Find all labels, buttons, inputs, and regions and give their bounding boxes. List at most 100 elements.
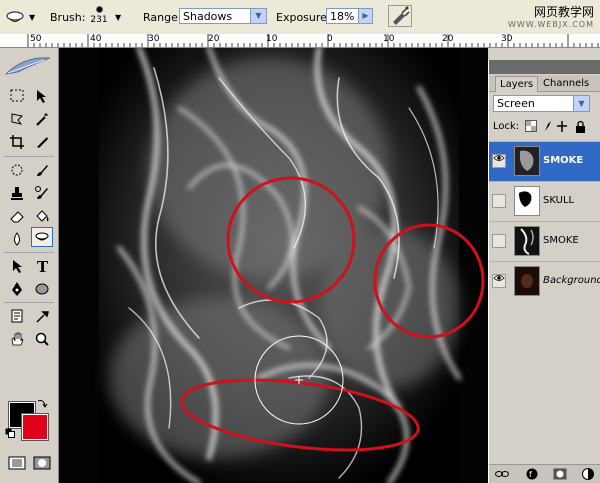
svg-text:f: f xyxy=(529,470,532,479)
layer-thumbnail xyxy=(514,266,540,296)
toolbox: T xyxy=(0,48,59,483)
toolbox-divider xyxy=(4,302,54,303)
path-selection-icon[interactable] xyxy=(6,256,28,276)
slice-icon[interactable] xyxy=(31,132,53,152)
lock-all-icon xyxy=(576,120,585,133)
blur-icon[interactable] xyxy=(6,229,28,249)
quick-mask-icon[interactable] xyxy=(31,453,53,473)
lock-pixels-icon xyxy=(545,121,551,131)
layer-row[interactable]: Background xyxy=(489,261,600,301)
brush-size: 231 xyxy=(90,15,108,25)
ruler-label: 30 xyxy=(148,34,160,44)
link-icon[interactable] xyxy=(495,468,509,480)
notes-icon[interactable] xyxy=(6,306,28,326)
ruler-label: 0 xyxy=(327,34,333,44)
background-color-swatch[interactable] xyxy=(21,413,49,441)
horizontal-ruler: 50 40 30 20 10 0 10 20 30 xyxy=(0,34,600,48)
blend-mode-select[interactable]: Screen ▼ xyxy=(493,95,590,112)
options-bar: ▼ Brush: 231 ▼ Range: Shadows ▼ Exposure… xyxy=(0,0,600,35)
feather-logo-icon xyxy=(4,54,54,78)
chevron-down-icon[interactable]: ▼ xyxy=(573,96,589,111)
move-icon[interactable] xyxy=(31,86,53,106)
adjustment-layer-icon[interactable] xyxy=(581,468,595,480)
range-value: Shadows xyxy=(183,10,233,23)
lock-transparency-icon xyxy=(525,120,537,132)
tab-channels[interactable]: Channels xyxy=(539,76,593,91)
brush-icon[interactable] xyxy=(31,160,53,180)
exposure-slider-button[interactable]: ▶ xyxy=(358,8,373,24)
ruler-label: 20 xyxy=(442,34,454,44)
magic-wand-icon[interactable] xyxy=(31,109,53,129)
brush-picker[interactable]: 231 xyxy=(88,3,110,31)
exposure-label: Exposure: xyxy=(276,11,331,24)
visibility-toggle[interactable] xyxy=(492,194,506,208)
layer-thumbnail xyxy=(514,226,540,256)
ruler-label: 10 xyxy=(383,34,395,44)
brush-tip-icon xyxy=(95,6,103,13)
standard-mode-icon[interactable] xyxy=(6,453,28,473)
tool-preset-arrow-icon[interactable]: ▼ xyxy=(29,13,35,22)
tab-layers[interactable]: Layers xyxy=(495,76,539,92)
blend-mode-value: Screen xyxy=(497,97,535,110)
eye-icon[interactable] xyxy=(493,273,505,286)
ruler-label: 50 xyxy=(30,34,42,44)
toolbox-divider xyxy=(4,252,54,253)
ruler-label: 20 xyxy=(208,34,220,44)
watermark-url: WWW.WEBJX.COM xyxy=(508,20,594,29)
dodge-burn-icon[interactable] xyxy=(4,7,26,27)
brush-dropdown-icon[interactable]: ▼ xyxy=(115,13,121,22)
ellipse-shape-icon[interactable] xyxy=(31,279,53,299)
layer-thumbnail xyxy=(514,186,540,216)
watermark-title: 网页教学网 xyxy=(533,5,594,19)
layer-name[interactable]: Background xyxy=(543,275,600,286)
layers-palette: Layers Channels Screen ▼ Lock: SMOKE SKU… xyxy=(488,60,600,483)
pen-icon[interactable] xyxy=(6,279,28,299)
layer-row[interactable]: SMOKE xyxy=(489,141,600,181)
lock-label: Lock: xyxy=(493,121,520,132)
layer-name[interactable]: SMOKE xyxy=(543,235,579,246)
eye-icon[interactable] xyxy=(493,153,505,166)
hand-icon[interactable] xyxy=(6,329,28,349)
smoke-skull-artwork xyxy=(59,48,488,483)
default-colors-icon[interactable] xyxy=(4,427,16,439)
chevron-down-icon[interactable]: ▼ xyxy=(250,9,266,23)
lock-position-icon xyxy=(557,121,567,132)
airbrush-icon[interactable] xyxy=(388,5,412,27)
visibility-toggle[interactable] xyxy=(492,234,506,248)
eraser-icon[interactable] xyxy=(6,206,28,226)
svg-text:T: T xyxy=(37,258,49,274)
history-brush-icon[interactable] xyxy=(31,183,53,203)
layer-style-icon[interactable]: f xyxy=(525,468,539,480)
swap-colors-icon[interactable] xyxy=(35,396,49,410)
healing-brush-icon[interactable] xyxy=(6,160,28,180)
dodge-burn-tool-icon[interactable] xyxy=(31,227,53,247)
layer-row[interactable]: SMOKE xyxy=(489,221,600,261)
type-tool-icon[interactable]: T xyxy=(31,256,53,276)
document-canvas[interactable] xyxy=(59,48,488,483)
marquee-icon[interactable] xyxy=(6,86,28,106)
layer-row[interactable]: SKULL xyxy=(489,181,600,221)
layer-mask-icon[interactable] xyxy=(553,468,567,480)
palette-titlebar[interactable] xyxy=(489,60,600,74)
exposure-field[interactable]: 18% xyxy=(326,8,359,24)
layer-name[interactable]: SMOKE xyxy=(543,155,583,166)
clone-stamp-icon[interactable] xyxy=(6,183,28,203)
eyedropper-icon[interactable] xyxy=(31,306,53,326)
watermark: 网页教学网 WWW.WEBJX.COM xyxy=(508,3,594,29)
crop-icon[interactable] xyxy=(6,132,28,152)
ruler-label: 30 xyxy=(501,34,513,44)
exposure-value: 18% xyxy=(330,10,355,23)
brush-label: Brush: xyxy=(50,11,86,24)
layer-name[interactable]: SKULL xyxy=(543,195,574,206)
palette-tabs: Layers Channels xyxy=(489,75,600,92)
ruler-label: 40 xyxy=(90,34,102,44)
range-label: Range: xyxy=(143,11,182,24)
ruler-label: 10 xyxy=(266,34,278,44)
lock-icons xyxy=(525,120,589,137)
zoom-icon[interactable] xyxy=(31,329,53,349)
range-select[interactable]: Shadows ▼ xyxy=(179,8,267,24)
layer-thumbnail xyxy=(514,146,540,176)
paint-bucket-icon[interactable] xyxy=(31,206,53,226)
toolbox-divider xyxy=(4,156,54,157)
lasso-icon[interactable] xyxy=(6,109,28,129)
